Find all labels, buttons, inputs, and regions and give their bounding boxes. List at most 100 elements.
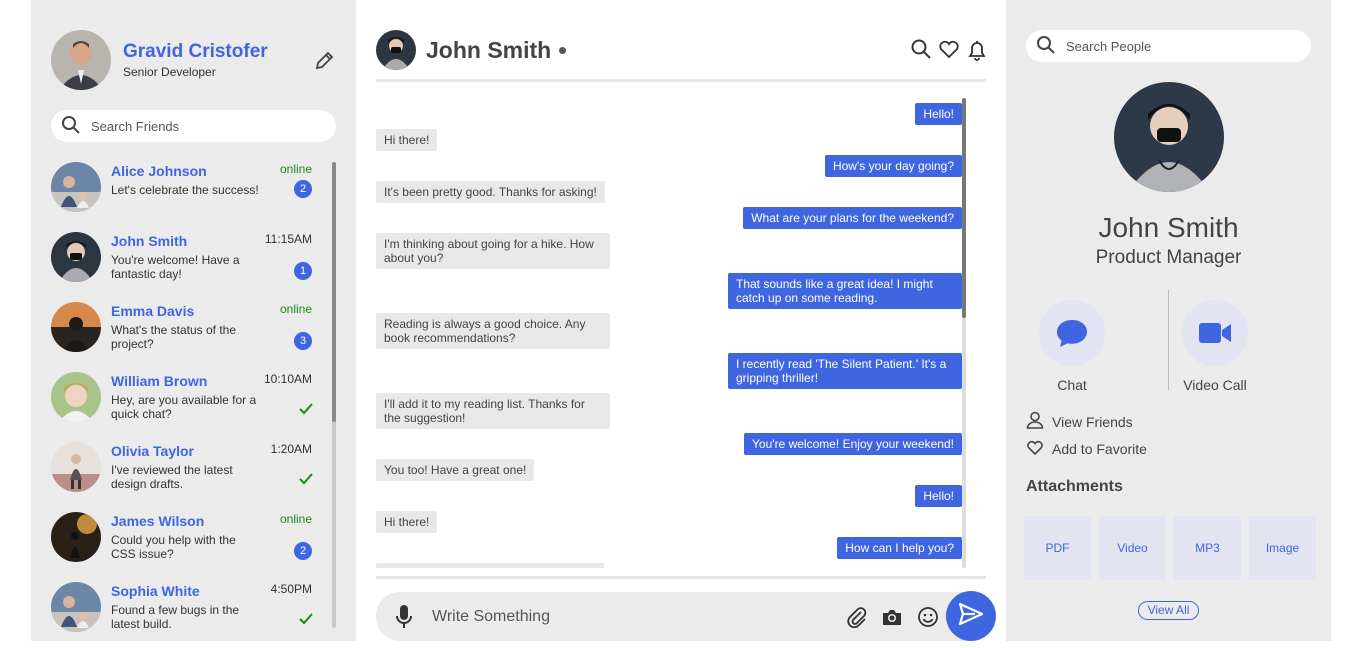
- friend-item-sophia-white[interactable]: Sophia White Found a few bugs in the lat…: [51, 578, 316, 648]
- outgoing-message: Hello!: [915, 103, 962, 125]
- friend-last-message: Could you help with the CSS issue?: [111, 533, 236, 561]
- attachment-image[interactable]: Image: [1249, 516, 1316, 580]
- search-people-input[interactable]: Search People: [1026, 30, 1311, 62]
- unread-badge: 3: [294, 332, 312, 350]
- heart-icon: [1026, 438, 1052, 459]
- friends-list: Alice Johnson Let's celebrate the succes…: [51, 158, 316, 648]
- chat-action-label: Chat: [1057, 377, 1087, 393]
- message-list: Hello! Hi there! How's your day going? I…: [376, 98, 966, 568]
- edit-icon[interactable]: [313, 50, 335, 72]
- user-name: Gravid Cristofer: [123, 41, 268, 62]
- search-icon[interactable]: [910, 38, 932, 67]
- microphone-icon[interactable]: [394, 604, 414, 635]
- message-time: 1:20AM: [270, 442, 312, 456]
- message-time: 11:15AM: [264, 232, 312, 246]
- search-friends-input[interactable]: Search Friends: [51, 110, 336, 142]
- heart-icon[interactable]: [938, 38, 960, 67]
- add-to-favorite-label: Add to Favorite: [1052, 440, 1147, 457]
- unread-badge: 2: [294, 542, 312, 560]
- friend-avatar: [51, 442, 101, 492]
- unread-badge: 1: [294, 262, 312, 280]
- composer-divider: [376, 576, 986, 579]
- view-all-button[interactable]: View All: [1138, 601, 1199, 620]
- add-to-favorite-link[interactable]: Add to Favorite: [1026, 438, 1147, 459]
- friend-item-alice-johnson[interactable]: Alice Johnson Let's celebrate the succes…: [51, 158, 316, 228]
- chat-scrollbar[interactable]: [962, 98, 966, 568]
- friend-last-message: Found a few bugs in the latest build.: [111, 603, 240, 631]
- incoming-message: I'll add it to my reading list. Thanks f…: [376, 393, 610, 429]
- action-divider: [1168, 290, 1169, 390]
- user-profile: Gravid Cristofer Senior Developer: [51, 30, 268, 90]
- read-check-icon: [298, 472, 314, 491]
- friend-item-john-smith[interactable]: John Smith You're welcome! Have a fantas…: [51, 228, 316, 298]
- friend-item-emma-davis[interactable]: Emma Davis What's the status of the proj…: [51, 298, 316, 368]
- friend-avatar: [51, 372, 101, 422]
- friend-last-message: Let's celebrate the success!: [111, 183, 259, 197]
- header-divider: [376, 79, 986, 82]
- attachments-title: Attachments: [1026, 478, 1123, 495]
- read-check-icon: [298, 612, 314, 631]
- message-time: 10:10AM: [263, 372, 312, 386]
- user-avatar[interactable]: [51, 30, 111, 90]
- outgoing-message: I recently read 'The Silent Patient.' It…: [728, 353, 962, 389]
- chat-avatar[interactable]: [376, 30, 416, 70]
- chat-action-button[interactable]: Chat: [1032, 300, 1112, 393]
- friend-item-james-wilson[interactable]: James Wilson Could you help with the CSS…: [51, 508, 316, 578]
- camera-icon[interactable]: [881, 606, 903, 633]
- search-icon: [1026, 35, 1066, 58]
- chat-panel: John Smith Hello! Hi there! How's your d…: [356, 0, 1006, 641]
- friend-last-message: What's the status of the project?: [111, 323, 237, 351]
- user-role: Senior Developer: [123, 65, 216, 79]
- friend-avatar: [51, 232, 101, 282]
- paperclip-icon[interactable]: [846, 606, 868, 633]
- status-dot: [559, 46, 567, 54]
- read-check-icon: [298, 402, 314, 421]
- friend-avatar: [51, 512, 101, 562]
- friend-name: James Wilson: [111, 513, 205, 529]
- friend-name: Emma Davis: [111, 303, 195, 319]
- video-camera-icon: [1182, 300, 1248, 366]
- search-placeholder: Search People: [1066, 38, 1152, 54]
- outgoing-message: That sounds like a great idea! I might c…: [728, 273, 962, 309]
- friend-name: William Brown: [111, 373, 208, 389]
- scrollbar-thumb[interactable]: [962, 98, 966, 318]
- friends-scrollbar[interactable]: [332, 162, 336, 628]
- message-time: 4:50PM: [270, 582, 312, 596]
- emoji-icon[interactable]: [917, 606, 939, 633]
- message-input[interactable]: Write Something: [432, 608, 550, 626]
- online-status: online: [279, 162, 312, 176]
- outgoing-message: How's your day going?: [824, 155, 962, 177]
- friend-item-olivia-taylor[interactable]: Olivia Taylor I've reviewed the latest d…: [51, 438, 316, 508]
- attachment-pdf[interactable]: PDF: [1024, 516, 1091, 580]
- video-call-action-button[interactable]: Video Call: [1175, 300, 1255, 393]
- view-friends-label: View Friends: [1052, 413, 1133, 430]
- chat-header-actions: [910, 38, 988, 67]
- chat-bubble-icon: [1039, 300, 1105, 366]
- friend-avatar: [51, 162, 101, 212]
- incoming-message: Hi there!: [376, 129, 438, 151]
- friend-item-william-brown[interactable]: William Brown Hey, are you available for…: [51, 368, 316, 438]
- attachment-mp3[interactable]: MP3: [1174, 516, 1241, 580]
- send-button[interactable]: [946, 591, 996, 641]
- friend-avatar: [51, 582, 101, 632]
- attachment-video[interactable]: Video: [1099, 516, 1166, 580]
- outgoing-message: What are your plans for the weekend?: [743, 207, 962, 229]
- scrollbar-thumb[interactable]: [332, 162, 336, 422]
- incoming-message-partial: [376, 563, 604, 568]
- friend-name: Olivia Taylor: [111, 443, 194, 459]
- incoming-message: You too! Have a great one!: [376, 459, 535, 481]
- friend-avatar: [51, 302, 101, 352]
- incoming-message: It's been pretty good. Thanks for asking…: [376, 181, 605, 203]
- friend-name: John Smith: [111, 233, 188, 249]
- friend-name: Sophia White: [111, 583, 200, 599]
- message-composer[interactable]: Write Something: [376, 592, 976, 641]
- online-status: online: [279, 512, 312, 526]
- search-placeholder: Search Friends: [91, 118, 180, 134]
- contact-details-panel: Search People John Smith Product Manager…: [1006, 0, 1331, 641]
- video-call-label: Video Call: [1183, 377, 1247, 393]
- friend-name: Alice Johnson: [111, 163, 207, 179]
- chat-contact-name: John Smith: [426, 36, 552, 63]
- online-status: online: [279, 302, 312, 316]
- bell-icon[interactable]: [966, 38, 988, 67]
- view-friends-link[interactable]: View Friends: [1026, 411, 1133, 432]
